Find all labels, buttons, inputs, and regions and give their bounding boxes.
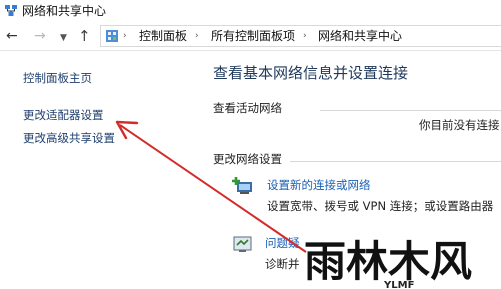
watermark-text: 雨林木风 <box>304 237 472 286</box>
watermark-logo: 雨林木风 YLMF <box>304 237 472 289</box>
watermark-subtext: YLMF <box>383 280 414 289</box>
